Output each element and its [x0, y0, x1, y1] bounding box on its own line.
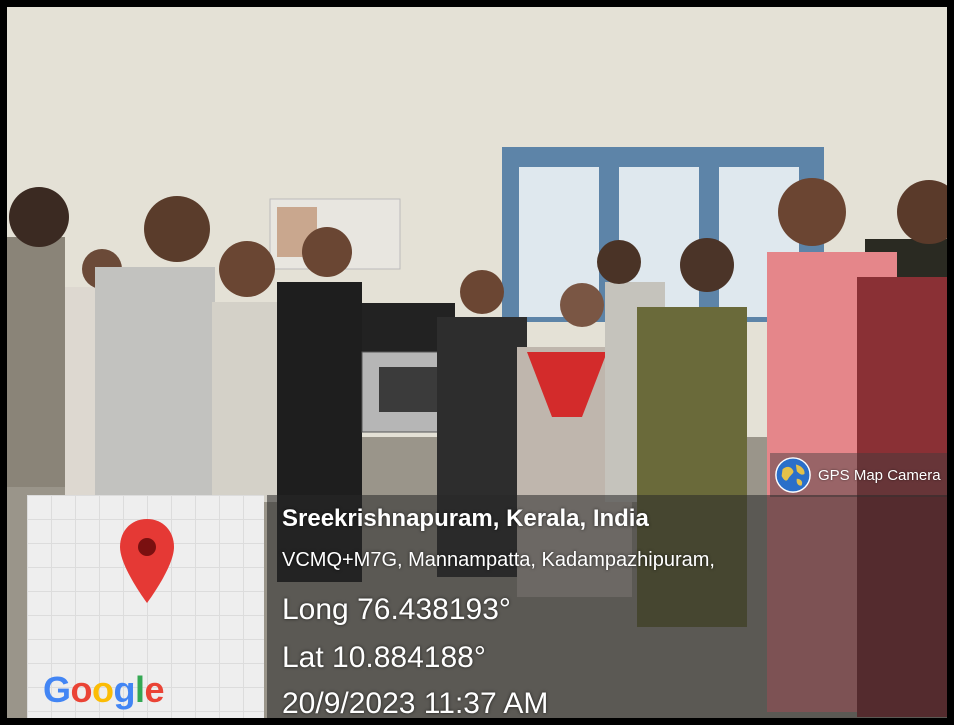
gps-map-camera-badge: GPS Map Camera [770, 453, 947, 497]
photo-frame: Google GPS Map Camera Sreekrishnapuram, … [7, 7, 947, 718]
location-info-panel: Sreekrishnapuram, Kerala, India VCMQ+M7G… [267, 495, 947, 718]
globe-icon [775, 457, 811, 493]
location-title: Sreekrishnapuram, Kerala, India [282, 505, 649, 532]
gps-badge-label: GPS Map Camera [818, 466, 941, 484]
latitude-readout: Lat 10.884188° [282, 641, 486, 674]
map-pin-icon [120, 519, 174, 603]
map-thumbnail: Google [27, 495, 264, 718]
location-address: VCMQ+M7G, Mannampatta, Kadampazhipuram, [282, 549, 715, 571]
longitude-readout: Long 76.438193° [282, 593, 511, 626]
google-logo: Google [43, 669, 165, 710]
datetime-readout: 20/9/2023 11:37 AM [282, 687, 549, 718]
